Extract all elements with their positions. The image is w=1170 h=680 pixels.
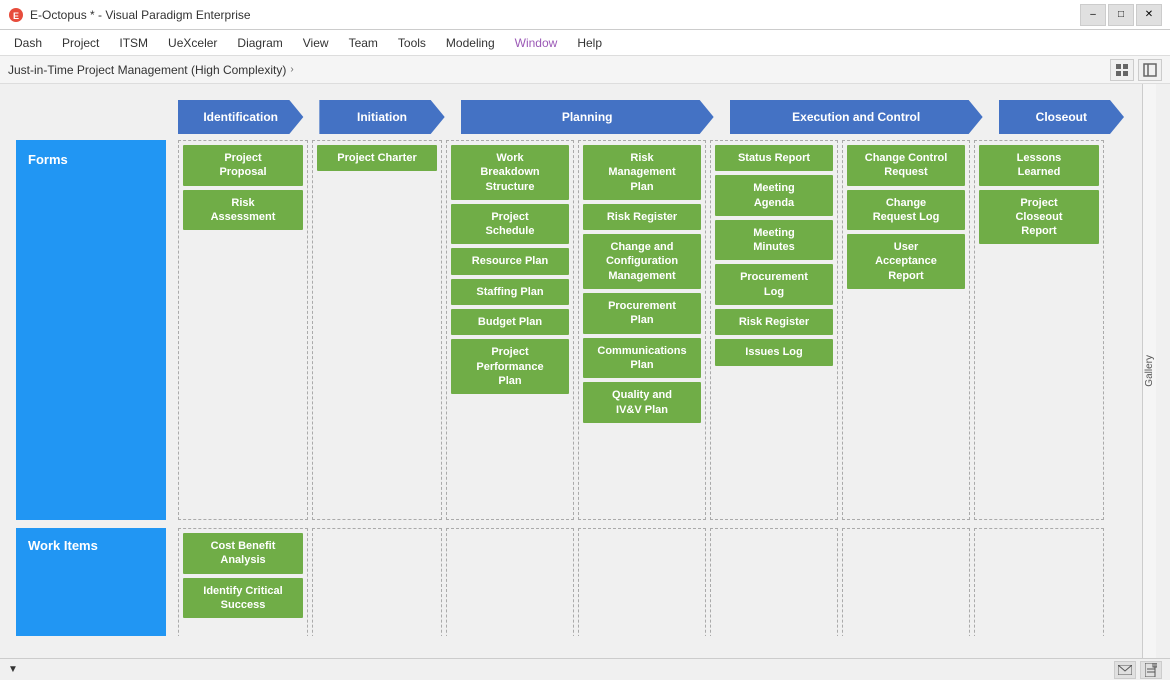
- forms-execution-right-cell: Change ControlRequest ChangeRequest Log …: [842, 140, 970, 520]
- risk-assessment-card[interactable]: RiskAssessment: [183, 190, 303, 231]
- lessons-learned-card[interactable]: LessonsLearned: [979, 145, 1099, 186]
- project-performance-plan-card[interactable]: ProjectPerformancePlan: [451, 339, 569, 394]
- menu-dash[interactable]: Dash: [4, 32, 52, 54]
- change-config-mgmt-card[interactable]: Change andConfigurationManagement: [583, 234, 701, 289]
- layout-icon-btn[interactable]: [1110, 59, 1134, 81]
- menu-itsm[interactable]: ITSM: [109, 32, 158, 54]
- menu-window[interactable]: Window: [505, 32, 568, 54]
- maximize-button[interactable]: □: [1108, 4, 1134, 26]
- phase-initiation: Initiation: [319, 100, 444, 134]
- panel-icon-btn[interactable]: [1138, 59, 1162, 81]
- menu-uexceler[interactable]: UeXceler: [158, 32, 227, 54]
- identify-critical-success-card[interactable]: Identify Critical Success: [183, 578, 303, 619]
- cost-benefit-analysis-card[interactable]: Cost BenefitAnalysis: [183, 533, 303, 574]
- budget-plan-card[interactable]: Budget Plan: [451, 309, 569, 335]
- forms-execution-left-cell: Status Report MeetingAgenda MeetingMinut…: [710, 140, 838, 520]
- quality-ivv-plan-card[interactable]: Quality andIV&V Plan: [583, 382, 701, 423]
- change-control-request-card[interactable]: Change ControlRequest: [847, 145, 965, 186]
- main-content: Identification Initiation Planning Execu…: [0, 84, 1170, 658]
- project-schedule-card[interactable]: ProjectSchedule: [451, 204, 569, 245]
- phase-closeout: Closeout: [999, 100, 1124, 134]
- project-proposal-card[interactable]: ProjectProposal: [183, 145, 303, 186]
- risk-register-plan-card[interactable]: Risk Register: [583, 204, 701, 230]
- change-request-log-card[interactable]: ChangeRequest Log: [847, 190, 965, 231]
- doc-status-btn[interactable]: [1140, 661, 1162, 679]
- menu-tools[interactable]: Tools: [388, 32, 436, 54]
- menu-diagram[interactable]: Diagram: [227, 32, 292, 54]
- breadcrumb-bar: Just-in-Time Project Management (High Co…: [0, 56, 1170, 84]
- resource-plan-card[interactable]: Resource Plan: [451, 248, 569, 274]
- meeting-minutes-card[interactable]: MeetingMinutes: [715, 220, 833, 261]
- forms-planning-right-cell: RiskManagementPlan Risk Register Change …: [578, 140, 706, 520]
- menu-view[interactable]: View: [293, 32, 339, 54]
- phase-execution: Execution and Control: [730, 100, 983, 134]
- workitems-closeout-cell: [974, 528, 1104, 636]
- app-icon: E: [8, 7, 24, 23]
- communications-plan-card[interactable]: Communications Plan: [583, 338, 701, 379]
- user-acceptance-report-card[interactable]: UserAcceptanceReport: [847, 234, 965, 289]
- vertical-scrollbar[interactable]: Gallery: [1142, 84, 1156, 658]
- email-icon: [1118, 665, 1132, 675]
- gallery-label: Gallery: [1144, 355, 1155, 387]
- forms-planning-left-cell: WorkBreakdownStructure ProjectSchedule R…: [446, 140, 574, 520]
- status-bar: ▼: [0, 658, 1170, 680]
- menu-help[interactable]: Help: [567, 32, 612, 54]
- work-items-label: Work Items: [16, 528, 166, 636]
- menu-project[interactable]: Project: [52, 32, 109, 54]
- forms-label: Forms: [16, 140, 166, 520]
- window-title: E-Octopus * - Visual Paradigm Enterprise: [30, 8, 1080, 22]
- workitems-planning-right-cell: [578, 528, 706, 636]
- minimize-button[interactable]: –: [1080, 4, 1106, 26]
- document-icon: [1145, 663, 1157, 677]
- close-button[interactable]: ✕: [1136, 4, 1162, 26]
- title-bar: E E-Octopus * - Visual Paradigm Enterpri…: [0, 0, 1170, 30]
- svg-text:E: E: [13, 11, 19, 21]
- gallery-panel[interactable]: Gallery: [1142, 84, 1156, 658]
- breadcrumb: Just-in-Time Project Management (High Co…: [8, 63, 286, 77]
- workitems-identification-cell: Cost BenefitAnalysis Identify Critical S…: [178, 528, 308, 636]
- email-status-btn[interactable]: [1114, 661, 1136, 679]
- status-report-card[interactable]: Status Report: [715, 145, 833, 171]
- forms-closeout-cell: LessonsLearned ProjectCloseoutReport: [974, 140, 1104, 520]
- staffing-plan-card[interactable]: Staffing Plan: [451, 279, 569, 305]
- workitems-initiation-cell: [312, 528, 442, 636]
- breadcrumb-chevron: ›: [290, 64, 293, 75]
- status-right: [1114, 661, 1162, 679]
- work-breakdown-structure-card[interactable]: WorkBreakdownStructure: [451, 145, 569, 200]
- diagram: Identification Initiation Planning Execu…: [0, 84, 1142, 636]
- project-charter-card[interactable]: Project Charter: [317, 145, 437, 171]
- status-arrow: ▼: [8, 664, 18, 675]
- phase-identification: Identification: [178, 100, 303, 134]
- workitems-execution-left-cell: [710, 528, 838, 636]
- menu-bar: Dash Project ITSM UeXceler Diagram View …: [0, 30, 1170, 56]
- project-closeout-report-card[interactable]: ProjectCloseoutReport: [979, 190, 1099, 245]
- menu-team[interactable]: Team: [339, 32, 388, 54]
- workitems-execution-right-cell: [842, 528, 970, 636]
- canvas-area[interactable]: Identification Initiation Planning Execu…: [0, 84, 1142, 636]
- layout-icon: [1115, 63, 1129, 77]
- risk-management-plan-card[interactable]: RiskManagementPlan: [583, 145, 701, 200]
- risk-register-exec-card[interactable]: Risk Register: [715, 309, 833, 335]
- forms-identification-cell: ProjectProposal RiskAssessment: [178, 140, 308, 520]
- meeting-agenda-card[interactable]: MeetingAgenda: [715, 175, 833, 216]
- breadcrumb-toolbar: [1110, 59, 1162, 81]
- panel-icon: [1143, 63, 1157, 77]
- phase-planning: Planning: [461, 100, 714, 134]
- issues-log-card[interactable]: Issues Log: [715, 339, 833, 365]
- forms-initiation-cell: Project Charter: [312, 140, 442, 520]
- procurement-log-card[interactable]: ProcurementLog: [715, 264, 833, 305]
- workitems-planning-left-cell: [446, 528, 574, 636]
- window-controls: – □ ✕: [1080, 4, 1162, 26]
- procurement-plan-card[interactable]: ProcurementPlan: [583, 293, 701, 334]
- menu-modeling[interactable]: Modeling: [436, 32, 505, 54]
